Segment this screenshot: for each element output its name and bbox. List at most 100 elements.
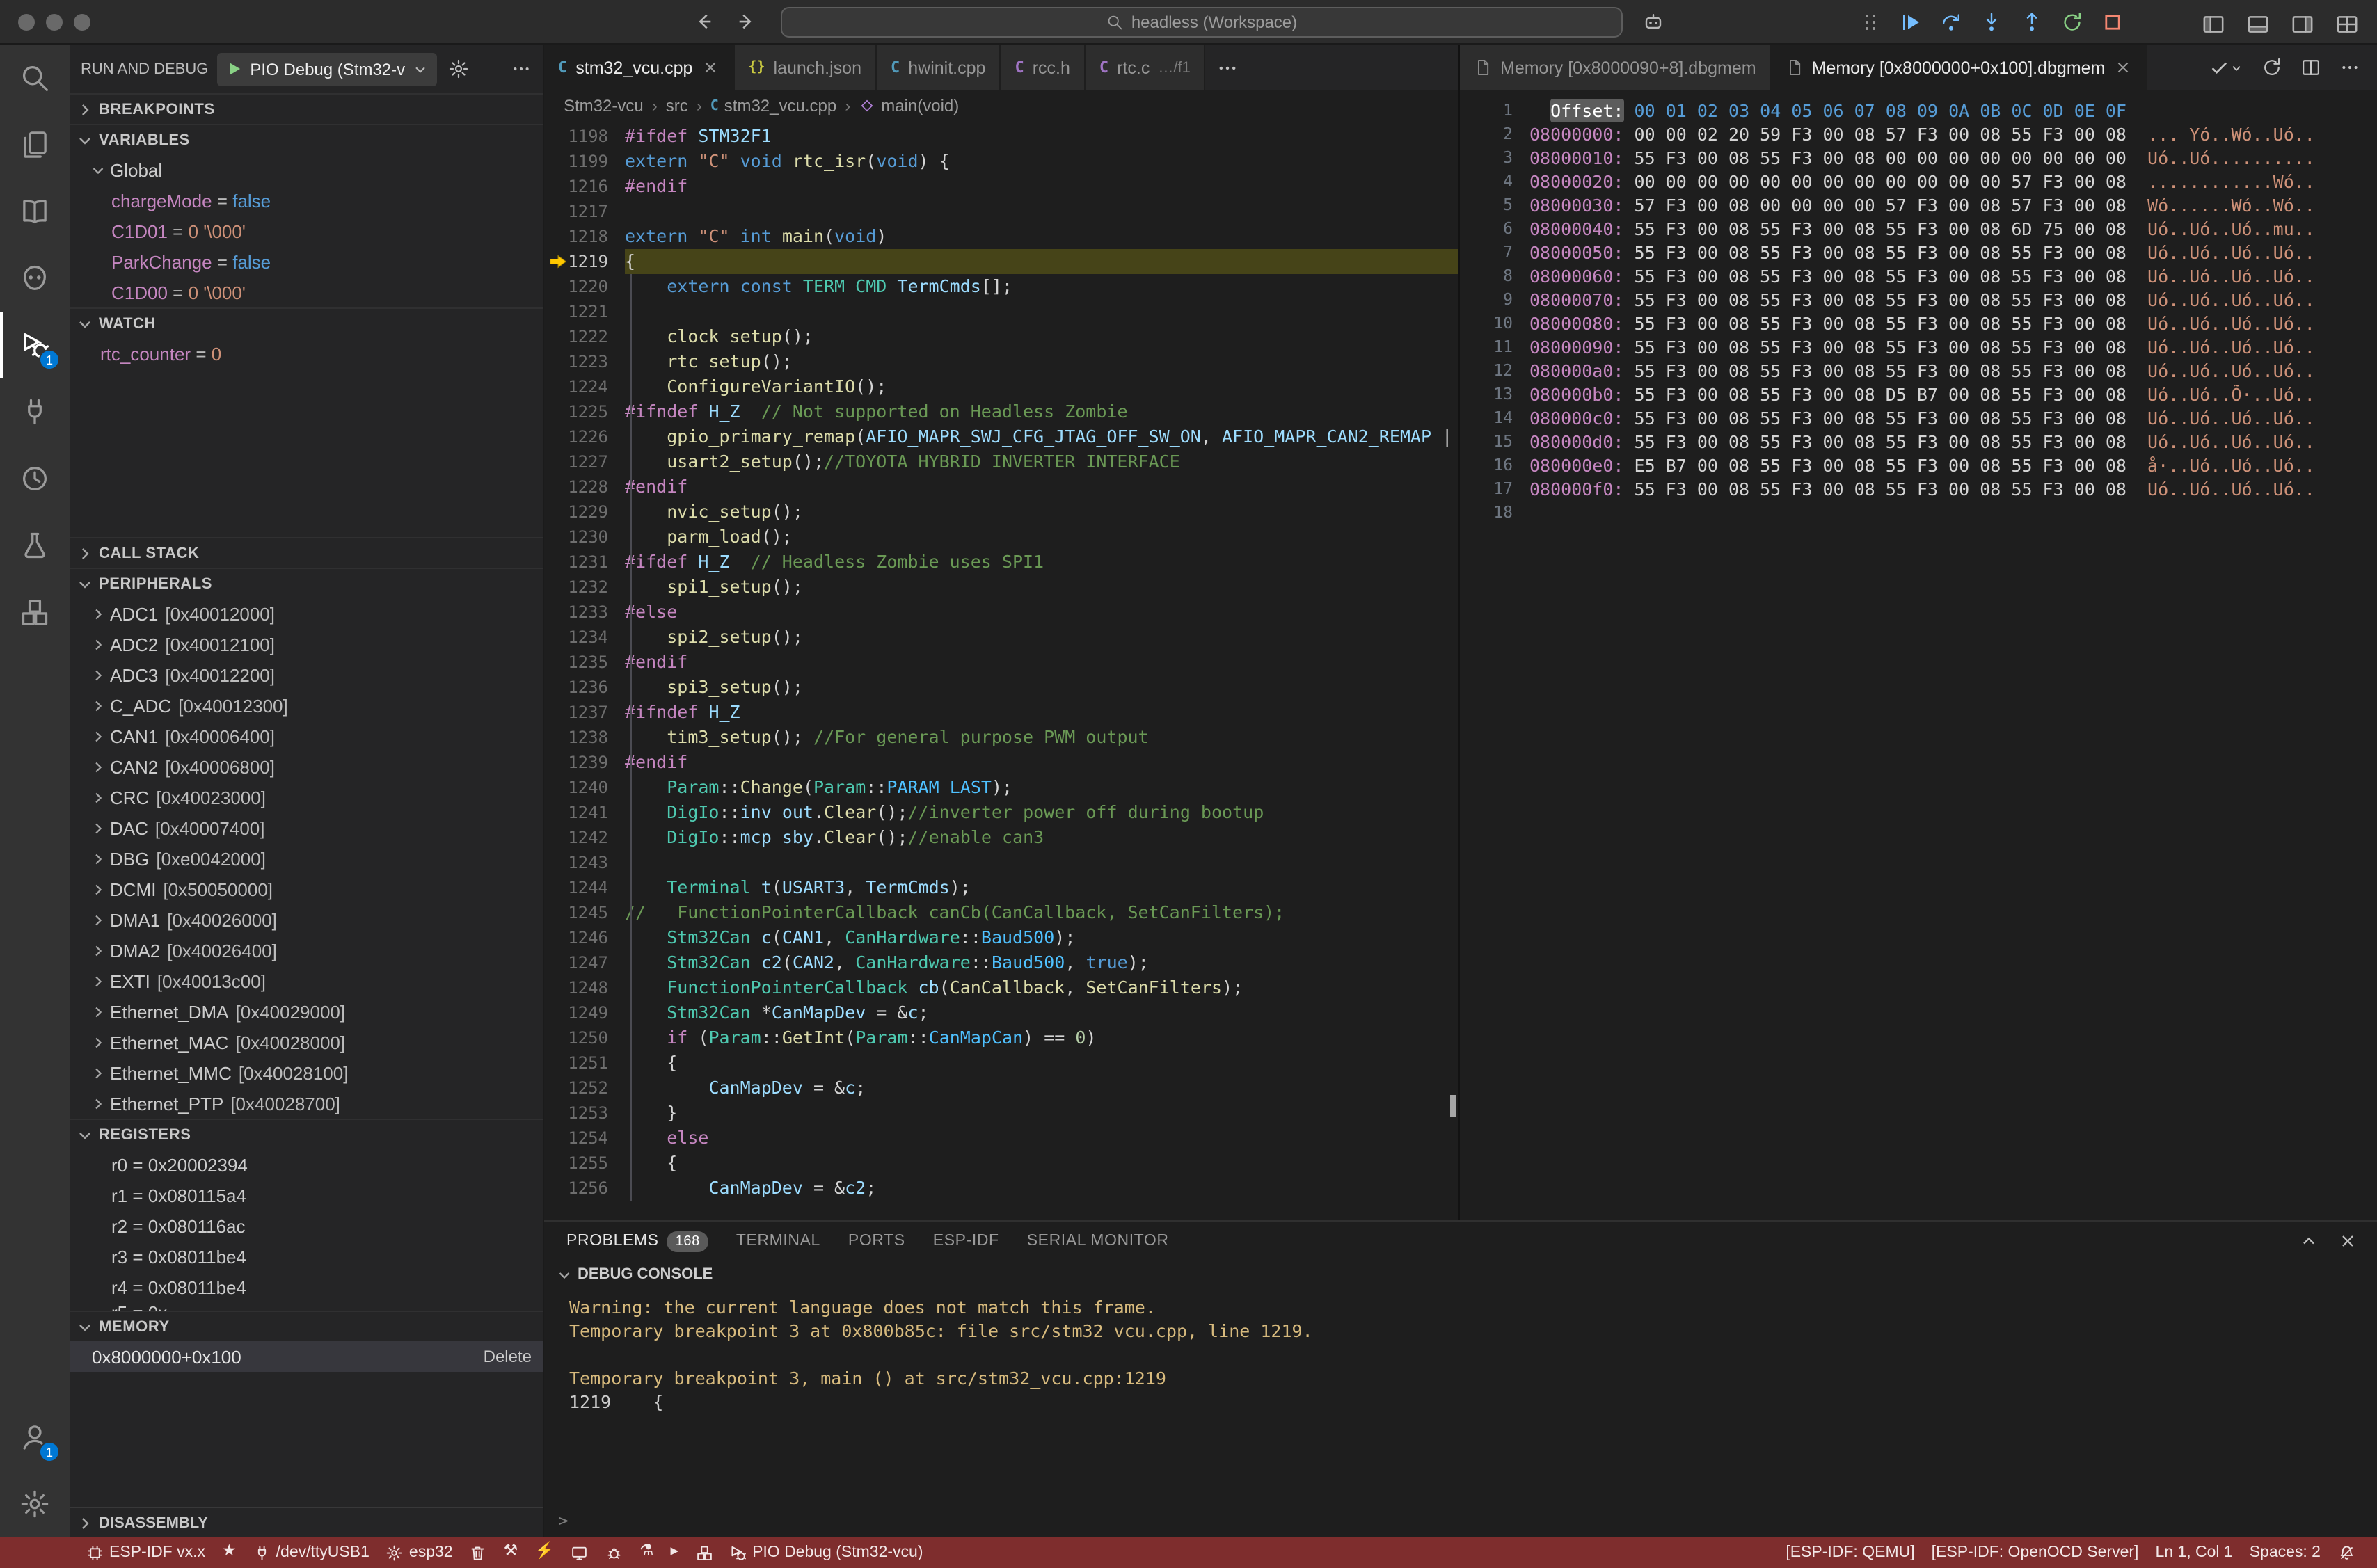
- editor-tab-launch.json[interactable]: {}launch.json: [734, 45, 877, 90]
- code-line-1225[interactable]: 1225#ifndef H_Z // Not supported on Head…: [544, 399, 1458, 424]
- statusbar-serial-port[interactable]: /dev/ttyUSB1: [245, 1537, 378, 1568]
- code-line-1236[interactable]: 1236 spi3_setup();: [544, 675, 1458, 700]
- activity-explorer[interactable]: [0, 111, 70, 178]
- code-line-1222[interactable]: 1222 clock_setup();: [544, 324, 1458, 349]
- peripheral-row[interactable]: DBG[0xe0042000]: [70, 843, 543, 874]
- toggle-primary-sidebar-button[interactable]: [2199, 10, 2227, 38]
- launch-config-dropdown[interactable]: PIO Debug (Stm32-v: [216, 52, 437, 86]
- code-line-1241[interactable]: 1241 DigIo::inv_out.Clear();//inverter p…: [544, 800, 1458, 825]
- memory-line[interactable]: 1108000090: 55 F3 00 08 55 F3 00 08 55 F…: [1468, 335, 2377, 359]
- editor-tab-rcc.h[interactable]: Crcc.h: [1001, 45, 1085, 90]
- panel-tab-ESP-IDF[interactable]: ESP-IDF: [933, 1233, 999, 1249]
- code-line-1230[interactable]: 1230 parm_load();: [544, 525, 1458, 550]
- statusbar-esp-idf-openocd[interactable]: [ESP-IDF: OpenOCD Server]: [1923, 1537, 2147, 1568]
- activity-projects[interactable]: [0, 579, 70, 646]
- memory-hex-view[interactable]: 1 Offset: 00 01 02 03 04 05 06 07 08 09 …: [1460, 90, 2377, 1220]
- statusbar-build-tools[interactable]: ⚒: [495, 1537, 527, 1568]
- refresh-button[interactable]: [2261, 57, 2282, 78]
- code-line-1253[interactable]: 1253 }: [544, 1101, 1458, 1126]
- code-line-1249[interactable]: 1249 Stm32Can *CanMapDev = &c;: [544, 1000, 1458, 1025]
- statusbar-flash-device[interactable]: ⚡: [526, 1537, 563, 1568]
- statusbar-esp-idf-qemu[interactable]: [ESP-IDF: QEMU]: [1777, 1537, 1923, 1568]
- variable-row[interactable]: C1D00 = 0 '\000': [70, 277, 543, 307]
- more-actions-button[interactable]: [2339, 57, 2360, 78]
- activity-settings[interactable]: [0, 1471, 70, 1537]
- back-icon[interactable]: [693, 11, 714, 32]
- peripheral-row[interactable]: Ethernet_MMC[0x40028100]: [70, 1057, 543, 1088]
- variables-scope-row[interactable]: Global: [70, 154, 543, 185]
- breadcrumb[interactable]: Stm32-vcu›src›Cstm32_vcu.cpp›main(void): [544, 90, 1458, 121]
- peripheral-row[interactable]: C_ADC[0x40012300]: [70, 690, 543, 721]
- panel-tab-PROBLEMS[interactable]: PROBLEMS168: [566, 1231, 708, 1251]
- minimize-window-button[interactable]: [46, 13, 63, 30]
- maximize-panel-button[interactable]: [2299, 1231, 2319, 1251]
- code-line-1242[interactable]: 1242 DigIo::mcp_sby.Clear();//enable can…: [544, 825, 1458, 850]
- peripheral-row[interactable]: DMA2[0x40026400]: [70, 935, 543, 966]
- memory-line[interactable]: 308000010: 55 F3 00 08 55 F3 00 08 00 00…: [1468, 146, 2377, 170]
- activity-history[interactable]: [0, 445, 70, 512]
- code-line-1234[interactable]: 1234 spi2_setup();: [544, 625, 1458, 650]
- activity-testing[interactable]: [0, 512, 70, 579]
- delete-button[interactable]: Delete: [484, 1347, 532, 1366]
- register-row[interactable]: r0 = 0x20002394: [70, 1149, 543, 1180]
- statusbar-indentation[interactable]: Spaces: 2: [2241, 1537, 2329, 1568]
- statusbar-pio-home[interactable]: ★: [214, 1537, 245, 1568]
- drag-grip-button[interactable]: [1857, 8, 1884, 36]
- statusbar-serial-monitor[interactable]: [563, 1537, 597, 1568]
- code-line-1238[interactable]: 1238 tim3_setup(); //For general purpose…: [544, 725, 1458, 750]
- debug-console-input-prompt[interactable]: >: [558, 1511, 568, 1530]
- tab-overflow-button[interactable]: [1206, 45, 1250, 90]
- split-editor-button[interactable]: [2300, 57, 2321, 78]
- activity-run-and-debug[interactable]: 1: [0, 312, 70, 378]
- activity-platformio[interactable]: [0, 245, 70, 312]
- memory-line[interactable]: 608000040: 55 F3 00 08 55 F3 00 08 55 F3…: [1468, 217, 2377, 241]
- code-line-1247[interactable]: 1247 Stm32Can c2(CAN2, CanHardware::Baud…: [544, 950, 1458, 975]
- code-line-1254[interactable]: 1254 else: [544, 1126, 1458, 1151]
- memory-tab-Memory [0x8000000+0x100].dbgmem[interactable]: Memory [0x8000000+0x100].dbgmem: [1772, 45, 2147, 90]
- memory-line[interactable]: 18: [1468, 501, 2377, 525]
- peripheral-row[interactable]: ADC3[0x40012200]: [70, 659, 543, 690]
- activity-docs[interactable]: [0, 178, 70, 245]
- statusbar-full-clean[interactable]: [461, 1537, 495, 1568]
- peripheral-row[interactable]: EXTI[0x40013c00]: [70, 966, 543, 996]
- code-line-1252[interactable]: 1252 CanMapDev = &c;: [544, 1075, 1458, 1101]
- code-line-1199[interactable]: 1199extern "C" void rtc_isr(void) {: [544, 149, 1458, 174]
- memory-tab-Memory [0x8000090+8].dbgmem[interactable]: Memory [0x8000090+8].dbgmem: [1460, 45, 1772, 90]
- register-row[interactable]: r2 = 0x080116ac: [70, 1210, 543, 1241]
- register-row[interactable]: r4 = 0x08011be4: [70, 1272, 543, 1302]
- code-line-1237[interactable]: 1237#ifndef H_Z: [544, 700, 1458, 725]
- code-line-1243[interactable]: 1243: [544, 850, 1458, 875]
- variable-row[interactable]: C1D01 = 0 '\000': [70, 216, 543, 246]
- toggle-live-update-button[interactable]: [2209, 57, 2243, 78]
- code-line-1235[interactable]: 1235#endif: [544, 650, 1458, 675]
- code-line-1233[interactable]: 1233#else: [544, 600, 1458, 625]
- code-line-1245[interactable]: 1245// FunctionPointerCallback canCb(Can…: [544, 900, 1458, 925]
- zoom-window-button[interactable]: [74, 13, 90, 30]
- peripheral-row[interactable]: DAC[0x40007400]: [70, 813, 543, 843]
- code-line-1224[interactable]: 1224 ConfigureVariantIO();: [544, 374, 1458, 399]
- memory-line[interactable]: 16080000e0: E5 B7 00 08 55 F3 00 08 55 F…: [1468, 454, 2377, 477]
- code-line-1221[interactable]: 1221: [544, 299, 1458, 324]
- toggle-panel-button[interactable]: [2243, 10, 2271, 38]
- peripheral-row[interactable]: CAN2[0x40006800]: [70, 751, 543, 782]
- register-row[interactable]: r3 = 0x08011be4: [70, 1241, 543, 1272]
- code-line-1250[interactable]: 1250 if (Param::GetInt(Param::CanMapCan)…: [544, 1025, 1458, 1050]
- statusbar-pio-debug[interactable]: PIO Debug (Stm32-vcu): [721, 1537, 931, 1568]
- breadcrumb-item[interactable]: Cstm32_vcu.cpp: [710, 96, 837, 115]
- stop-button[interactable]: [2099, 8, 2126, 36]
- activity-search[interactable]: [0, 45, 70, 111]
- debug-console-output[interactable]: Warning: the current language does not m…: [544, 1288, 2377, 1537]
- code-line-1217[interactable]: 1217: [544, 199, 1458, 224]
- close-tab-button[interactable]: [2113, 58, 2131, 77]
- peripheral-row[interactable]: CRC[0x40023000]: [70, 782, 543, 813]
- variable-row[interactable]: ParkChange = false: [70, 246, 543, 277]
- section-peripherals[interactable]: PERIPHERALS: [70, 568, 543, 598]
- configure-gear-icon[interactable]: [448, 58, 469, 79]
- customize-layout-button[interactable]: [2332, 10, 2360, 38]
- statusbar-debug-device[interactable]: [597, 1537, 631, 1568]
- statusbar-device-target[interactable]: esp32: [378, 1537, 461, 1568]
- step-into-button[interactable]: [1978, 8, 2005, 36]
- editor-tab-rtc.c[interactable]: Crtc.c…/f1: [1086, 45, 1206, 90]
- code-line-1246[interactable]: 1246 Stm32Can c(CAN1, CanHardware::Baud5…: [544, 925, 1458, 950]
- activity-accounts[interactable]: 1: [0, 1404, 70, 1471]
